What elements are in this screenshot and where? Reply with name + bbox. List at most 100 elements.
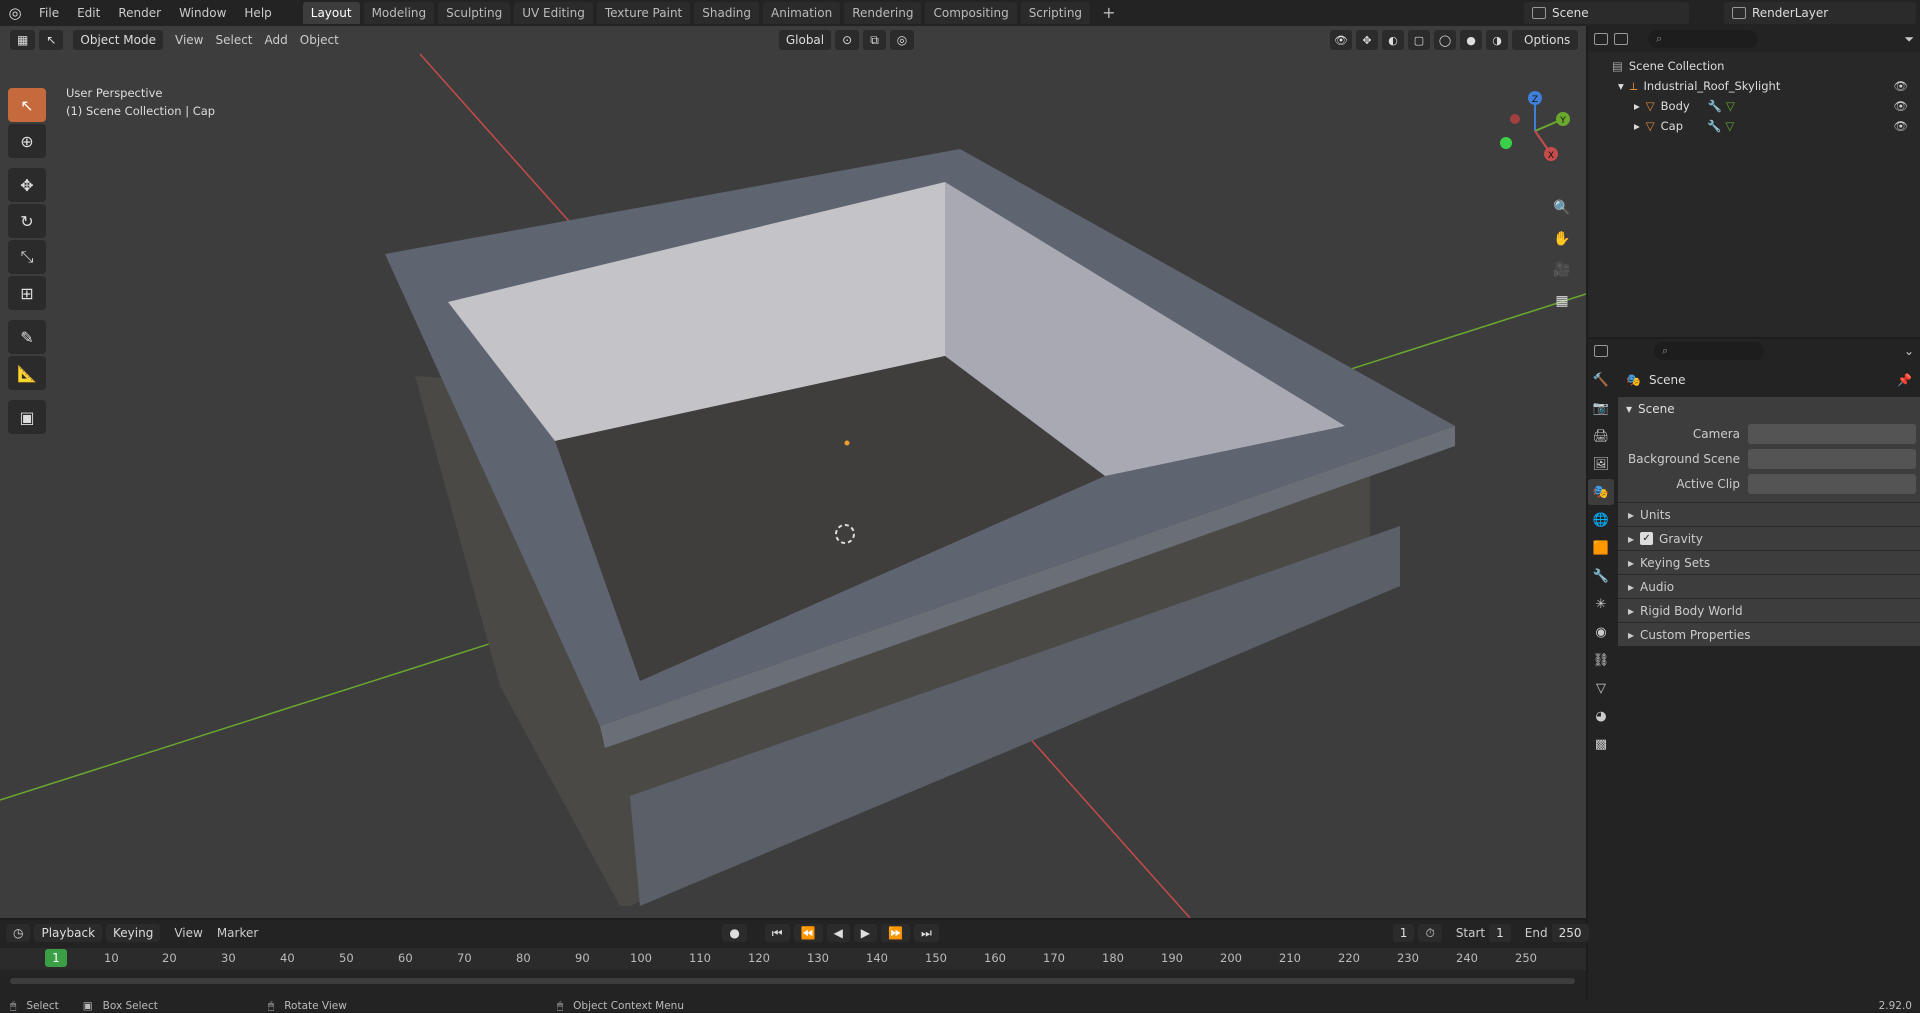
select-box-tool-icon[interactable]: ↖: [8, 88, 46, 122]
frame-ruler[interactable]: 1 10 20 30 40 50 60 70 80 90 100 110 120…: [0, 948, 1586, 970]
outliner-scene-collection[interactable]: ▤ Scene Collection: [1588, 56, 1920, 76]
tab-scripting[interactable]: Scripting: [1020, 2, 1091, 24]
properties-search-input[interactable]: ⌕: [1654, 342, 1764, 360]
pivot-point-button[interactable]: ⊙: [835, 30, 860, 50]
expand-arrow-icon[interactable]: ▸: [1628, 532, 1634, 546]
move-tool-icon[interactable]: ✥: [8, 168, 46, 202]
expand-arrow-icon[interactable]: ▸: [1628, 580, 1634, 594]
outliner-collection[interactable]: ▾ ⟂ Industrial_Roof_Skylight 👁: [1588, 76, 1920, 96]
output-tab-icon[interactable]: 🖨: [1588, 423, 1614, 449]
tab-shading[interactable]: Shading: [694, 2, 759, 24]
outliner-item-cap[interactable]: ▸ ▽ Cap 🔧 ▽ 👁: [1588, 116, 1920, 136]
menu-edit[interactable]: Edit: [68, 0, 109, 26]
add-cube-tool-icon[interactable]: ▣: [8, 400, 46, 434]
subpanel-custom-properties[interactable]: ▸ Custom Properties: [1618, 622, 1920, 646]
camera-view-icon[interactable]: 🎥: [1548, 256, 1576, 284]
properties-options-icon[interactable]: ⌄: [1904, 344, 1914, 358]
scene-panel-header[interactable]: ▾ Scene: [1618, 397, 1920, 421]
3d-viewport[interactable]: ▦ ↖ Object Mode View Select Add Object G…: [0, 26, 1586, 918]
constraints-tab-icon[interactable]: ⛓: [1588, 647, 1614, 673]
measure-tool-icon[interactable]: 📐: [8, 356, 46, 390]
tool-tab-icon[interactable]: 🔨: [1588, 367, 1614, 393]
scene-tab-icon[interactable]: 🎭: [1588, 479, 1614, 505]
tab-modeling[interactable]: Modeling: [363, 2, 435, 24]
render-layer-selector[interactable]: RenderLayer: [1724, 2, 1916, 24]
object-tab-icon[interactable]: 🟧: [1588, 535, 1614, 561]
transform-orientation-dropdown[interactable]: Global: [778, 30, 832, 50]
gizmo-toggle-icon[interactable]: ✥: [1356, 30, 1378, 50]
render-tab-icon[interactable]: 📷: [1588, 395, 1614, 421]
overlay-toggle-icon[interactable]: ◐: [1382, 30, 1404, 50]
tab-layout[interactable]: Layout: [302, 2, 360, 24]
expand-arrow-icon[interactable]: ▸: [1628, 508, 1634, 522]
proportional-edit-button[interactable]: ◎: [889, 30, 915, 50]
scene-selector[interactable]: Scene: [1524, 2, 1689, 24]
outliner-editor-icon[interactable]: [1594, 33, 1608, 45]
start-frame-field[interactable]: 1: [1489, 924, 1511, 942]
viewport-scene[interactable]: [0, 26, 1586, 918]
subpanel-units[interactable]: ▸ Units: [1618, 502, 1920, 526]
select-tool-button[interactable]: ↖: [39, 30, 64, 50]
menu-window[interactable]: Window: [170, 0, 235, 26]
eye-icon[interactable]: 👁: [1893, 99, 1908, 113]
physics-tab-icon[interactable]: ◉: [1588, 619, 1614, 645]
stopwatch-icon[interactable]: ⏱: [1418, 924, 1442, 942]
subpanel-audio[interactable]: ▸ Audio: [1618, 574, 1920, 598]
particles-tab-icon[interactable]: ✳: [1588, 591, 1614, 617]
gravity-checkbox[interactable]: ✓: [1640, 532, 1654, 545]
timeline-menu-view[interactable]: View: [174, 926, 202, 940]
data-tab-icon[interactable]: ▽: [1588, 675, 1614, 701]
tab-rendering[interactable]: Rendering: [844, 2, 922, 24]
menu-file[interactable]: File: [30, 0, 68, 26]
background-scene-field[interactable]: [1748, 448, 1916, 469]
record-button[interactable]: ●: [722, 924, 747, 942]
rotate-tool-icon[interactable]: ↻: [8, 204, 46, 238]
subpanel-rigid-body-world[interactable]: ▸ Rigid Body World: [1618, 598, 1920, 622]
prev-keyframe-button[interactable]: ⏪: [793, 924, 823, 942]
world-tab-icon[interactable]: 🌐: [1588, 507, 1614, 533]
camera-field[interactable]: [1748, 423, 1916, 444]
expand-arrow-icon[interactable]: ▸: [1628, 556, 1634, 570]
viewport-menu-add[interactable]: Add: [265, 33, 288, 47]
jump-end-button[interactable]: ⏭: [913, 924, 939, 942]
navigation-gizmo[interactable]: Z Y X: [1490, 86, 1580, 176]
timeline-scrollbar[interactable]: [10, 978, 1575, 984]
filter-icon[interactable]: ⏷: [1904, 32, 1914, 47]
play-button[interactable]: ▶: [853, 924, 878, 942]
wireframe-shading-icon[interactable]: ◯: [1434, 30, 1456, 50]
visibility-icon[interactable]: 👁: [1330, 30, 1352, 50]
outliner-display-mode-icon[interactable]: [1614, 33, 1628, 45]
material-shading-icon[interactable]: ◑: [1486, 30, 1508, 50]
xray-toggle-icon[interactable]: ▢: [1408, 30, 1430, 50]
tab-uv-editing[interactable]: UV Editing: [514, 2, 593, 24]
material-tab-icon[interactable]: ◕: [1588, 703, 1614, 729]
annotate-tool-icon[interactable]: ✎: [8, 320, 46, 354]
outliner-search-input[interactable]: ⌕: [1648, 30, 1758, 48]
snap-button[interactable]: ⧉: [863, 30, 886, 50]
end-frame-field[interactable]: 250: [1551, 924, 1589, 942]
view-layer-tab-icon[interactable]: 🖼: [1588, 451, 1614, 477]
viewport-menu-select[interactable]: Select: [215, 33, 252, 47]
tab-sculpting[interactable]: Sculpting: [438, 2, 511, 24]
eye-icon[interactable]: 👁: [1893, 119, 1908, 133]
transform-tool-icon[interactable]: ⊞: [8, 276, 46, 310]
object-mode-dropdown[interactable]: Object Mode: [73, 30, 163, 50]
pan-hand-icon[interactable]: ✋: [1548, 225, 1576, 253]
expand-arrow-icon[interactable]: ▾: [1618, 79, 1624, 93]
zoom-icon[interactable]: 🔍: [1548, 194, 1576, 222]
play-reverse-button[interactable]: ◀: [826, 924, 850, 942]
perspective-grid-icon[interactable]: ▦: [1548, 287, 1576, 315]
outliner-item-body[interactable]: ▸ ▽ Body 🔧 ▽ 👁: [1588, 96, 1920, 116]
blender-logo-icon[interactable]: ◎: [0, 0, 30, 26]
timeline-editor-icon[interactable]: ◷: [6, 924, 31, 942]
modifier-tab-icon[interactable]: 🔧: [1588, 563, 1614, 589]
scale-tool-icon[interactable]: ⤡: [8, 240, 46, 274]
expand-arrow-icon[interactable]: ▸: [1634, 99, 1640, 113]
cursor-tool-icon[interactable]: ⊕: [8, 124, 46, 158]
gizmo-neg-x-handle[interactable]: [1510, 114, 1520, 124]
expand-arrow-icon[interactable]: ▸: [1628, 628, 1634, 642]
menu-render[interactable]: Render: [109, 0, 170, 26]
keying-dropdown[interactable]: Keying: [106, 924, 161, 942]
current-frame-indicator[interactable]: 1: [45, 949, 67, 967]
solid-shading-icon[interactable]: ●: [1460, 30, 1482, 50]
